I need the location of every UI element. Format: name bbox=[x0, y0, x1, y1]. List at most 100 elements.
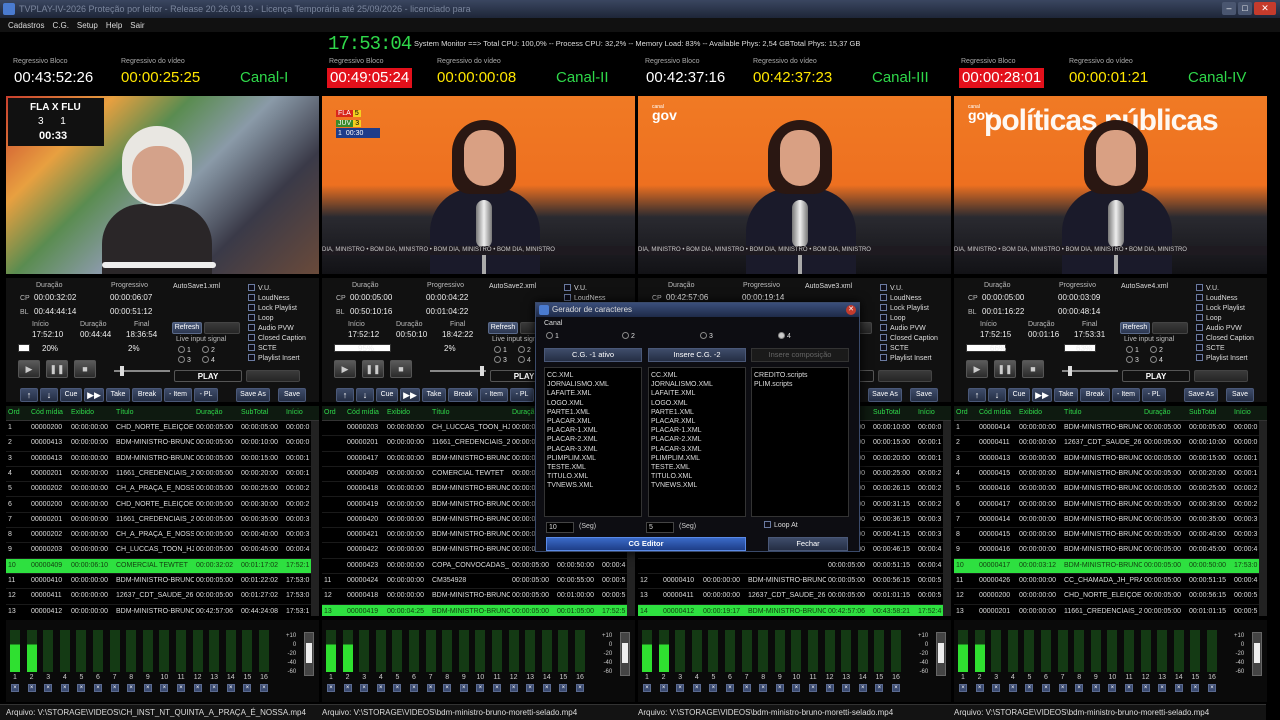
table-row[interactable]: 12 00000410 00:00:00:00 BDM-MINISTRO-BRUNO-… bbox=[638, 574, 951, 590]
mute-icon[interactable]: × bbox=[842, 684, 851, 692]
mute-icon[interactable]: × bbox=[509, 684, 518, 692]
mute-icon[interactable]: × bbox=[44, 684, 53, 692]
mute-icon[interactable]: × bbox=[60, 684, 69, 692]
pause-icon[interactable]: ❚❚ bbox=[994, 360, 1016, 378]
table-row[interactable]: 6 00000200 00:00:00:00 CHD_NORTE_ELEIÇÕES_ 0… bbox=[6, 498, 319, 513]
option-v-u--checkbox[interactable]: V.U. bbox=[1196, 284, 1219, 292]
refresh-button[interactable]: Refresh bbox=[1120, 322, 1150, 334]
mute-icon[interactable]: × bbox=[127, 684, 136, 692]
mute-icon[interactable]: × bbox=[493, 684, 501, 692]
live-input-radio-1[interactable]: 1 bbox=[494, 346, 507, 354]
mute-icon[interactable]: × bbox=[327, 684, 335, 692]
table-row[interactable]: 10 00000417 00:00:03:12 BDM-MINISTRO-BRUNO-… bbox=[954, 558, 1267, 574]
mute-icon[interactable]: × bbox=[858, 684, 867, 692]
option-loop-checkbox[interactable]: Loop bbox=[1196, 314, 1222, 322]
table-row[interactable]: 8 00000415 00:00:00:00 BDM-MINISTRO-BRUNO-I… bbox=[954, 528, 1267, 544]
option-closed-caption-checkbox[interactable]: Closed Caption bbox=[880, 334, 938, 342]
toolbar-save-button[interactable]: Save bbox=[910, 388, 938, 402]
live-input-radio-3[interactable]: 3 bbox=[494, 356, 507, 364]
mute-icon[interactable]: × bbox=[792, 684, 801, 692]
table-row[interactable]: 3 00000413 00:00:00:00 BDM-MINISTRO-BRUNO-I… bbox=[954, 452, 1267, 467]
fader-knob[interactable] bbox=[938, 643, 944, 663]
play-button[interactable]: PLAY bbox=[1122, 370, 1190, 382]
mute-icon[interactable]: × bbox=[459, 684, 468, 692]
fader-knob[interactable] bbox=[306, 643, 312, 663]
mute-icon[interactable]: × bbox=[759, 684, 768, 692]
table-row[interactable]: 12 00000418 00:00:00:00 BDM-MINISTRO-BRUNO-… bbox=[322, 589, 635, 605]
fader-knob[interactable] bbox=[1254, 643, 1260, 663]
option-playlist-insert-checkbox[interactable]: Playlist Insert bbox=[1196, 354, 1248, 362]
cg2-file-list[interactable]: CC.XML JORNALISMO.XML LAFAITE.XML LOGO.X… bbox=[648, 367, 746, 517]
volume-slider[interactable] bbox=[114, 366, 170, 376]
toolbar-item-button[interactable]: - Item bbox=[1112, 388, 1140, 402]
mute-icon[interactable]: × bbox=[643, 684, 651, 692]
cg1-active-button[interactable]: C.G. -1 ativo bbox=[544, 348, 642, 362]
table-row[interactable]: 00000423 00:00:00:00 COPA_CONVOCADAS_ 00:00… bbox=[322, 559, 635, 574]
toolbar-take-button[interactable]: Take bbox=[422, 388, 446, 402]
fast-forward-icon[interactable]: ▶▶ bbox=[1032, 388, 1052, 402]
fechar-button[interactable]: Fechar bbox=[768, 537, 848, 551]
toolbar-cue-button[interactable]: Cue bbox=[1008, 388, 1030, 402]
mute-icon[interactable]: × bbox=[426, 684, 435, 692]
slider-knob[interactable] bbox=[1068, 366, 1072, 376]
previous-icon[interactable]: ▶ bbox=[966, 360, 988, 378]
live-input-radio-2[interactable]: 2 bbox=[518, 346, 531, 354]
playlist-grid-4[interactable]: Ord Cód mídia Exibido Título Duração SubTotal… bbox=[954, 406, 1267, 616]
toolbar-break-button[interactable]: Break bbox=[132, 388, 162, 402]
mute-icon[interactable]: × bbox=[559, 684, 568, 692]
mute-icon[interactable]: × bbox=[875, 684, 884, 692]
fast-forward-icon[interactable]: ▶▶ bbox=[84, 388, 104, 402]
menu-cg[interactable]: C.G. bbox=[52, 21, 68, 30]
mute-icon[interactable]: × bbox=[959, 684, 967, 692]
menu-help[interactable]: Help bbox=[106, 21, 122, 30]
move-up-icon[interactable]: ↑ bbox=[20, 388, 38, 402]
toolbar-cue-button[interactable]: Cue bbox=[60, 388, 82, 402]
move-down-icon[interactable]: ↓ bbox=[40, 388, 58, 402]
mute-icon[interactable]: × bbox=[975, 684, 984, 692]
mute-icon[interactable]: × bbox=[742, 684, 751, 692]
toolbar-take-button[interactable]: Take bbox=[1054, 388, 1078, 402]
toolbar-break-button[interactable]: Break bbox=[1080, 388, 1110, 402]
table-row[interactable]: 6 00000417 00:00:00:00 BDM-MINISTRO-BRUNO-I… bbox=[954, 498, 1267, 513]
mute-icon[interactable]: × bbox=[77, 684, 86, 692]
table-row[interactable]: 1 00000414 00:00:00:00 BDM-MINISTRO-BRUNO-I… bbox=[954, 421, 1267, 437]
option-scte-checkbox[interactable]: SCTE bbox=[880, 344, 909, 352]
option-lock-playlist-checkbox[interactable]: Lock Playlist bbox=[1196, 304, 1245, 312]
mute-icon[interactable]: × bbox=[343, 684, 352, 692]
blank-button-2[interactable] bbox=[878, 370, 932, 382]
toolbar-take-button[interactable]: Take bbox=[106, 388, 130, 402]
blank-button-2[interactable] bbox=[246, 370, 300, 382]
blank-button[interactable] bbox=[204, 322, 240, 334]
mute-icon[interactable]: × bbox=[1025, 684, 1034, 692]
toolbar-pl-button[interactable]: - PL bbox=[194, 388, 218, 402]
move-down-icon[interactable]: ↓ bbox=[988, 388, 1006, 402]
option-closed-caption-checkbox[interactable]: Closed Caption bbox=[1196, 334, 1254, 342]
mute-icon[interactable]: × bbox=[210, 684, 219, 692]
live-input-radio-4[interactable]: 4 bbox=[518, 356, 531, 364]
toolbar-cue-button[interactable]: Cue bbox=[376, 388, 398, 402]
dialog-radio-4[interactable]: 4 bbox=[778, 332, 791, 340]
option-loudness-checkbox[interactable]: LoudNess bbox=[248, 294, 290, 302]
table-row[interactable]: 8 00000202 00:00:00:00 CH_A_PRAÇA_É_NOSS 00:… bbox=[6, 528, 319, 544]
table-row[interactable]: 7 00000414 00:00:00:00 BDM-MINISTRO-BRUNO-I… bbox=[954, 513, 1267, 529]
cg2-seconds-input[interactable]: 5 bbox=[646, 522, 674, 533]
live-input-radio-3[interactable]: 3 bbox=[178, 356, 191, 364]
mute-icon[interactable]: × bbox=[1158, 684, 1167, 692]
option-audio-pvw-checkbox[interactable]: Audio PVW bbox=[880, 324, 926, 332]
option-playlist-insert-checkbox[interactable]: Playlist Insert bbox=[248, 354, 300, 362]
master-fader[interactable] bbox=[1252, 632, 1262, 676]
mute-icon[interactable]: × bbox=[27, 684, 36, 692]
mute-icon[interactable]: × bbox=[376, 684, 385, 692]
move-up-icon[interactable]: ↑ bbox=[968, 388, 986, 402]
mute-icon[interactable]: × bbox=[1191, 684, 1200, 692]
mute-icon[interactable]: × bbox=[775, 684, 784, 692]
refresh-button[interactable]: Refresh bbox=[488, 322, 518, 334]
live-input-radio-1[interactable]: 1 bbox=[1126, 346, 1139, 354]
master-fader[interactable] bbox=[304, 632, 314, 676]
option-v-u--checkbox[interactable]: V.U. bbox=[880, 284, 903, 292]
mute-icon[interactable]: × bbox=[676, 684, 685, 692]
live-input-radio-1[interactable]: 1 bbox=[178, 346, 191, 354]
playlist-grid-1[interactable]: Ord Cód mídia Exibido Título Duração SubTotal… bbox=[6, 406, 319, 616]
table-row[interactable]: 10 00000409 00:00:06:10 COMERCIAL TEWTET 00:… bbox=[6, 558, 319, 574]
option-scte-checkbox[interactable]: SCTE bbox=[1196, 344, 1225, 352]
